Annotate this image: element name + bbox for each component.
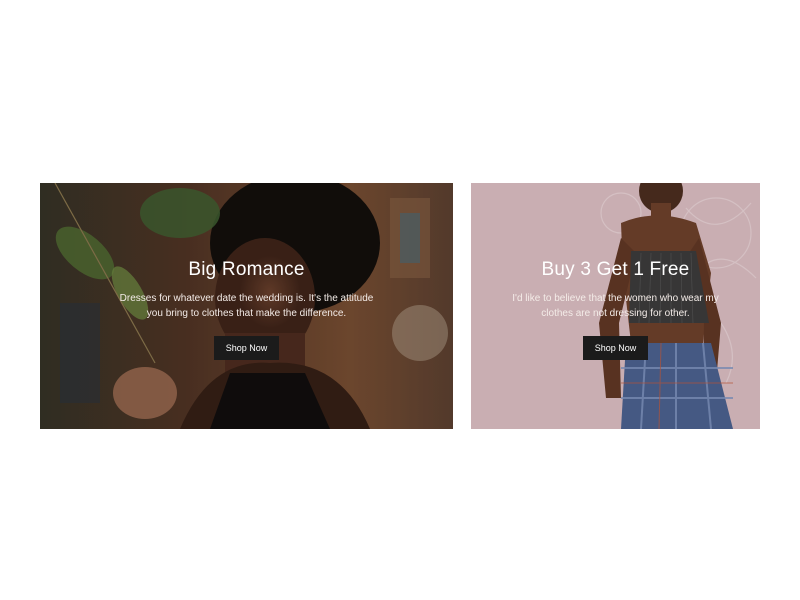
- banner-description: I'd like to believe that the women who w…: [512, 292, 719, 319]
- promo-banner-buy-3-get-1[interactable]: Buy 3 Get 1 Free I'd like to believe tha…: [471, 183, 760, 429]
- banner-content: Buy 3 Get 1 Free I'd like to believe tha…: [471, 183, 760, 429]
- shop-now-button[interactable]: Shop Now: [582, 335, 649, 360]
- shop-now-button[interactable]: Shop Now: [213, 335, 280, 360]
- banner-title: Buy 3 Get 1 Free: [541, 258, 690, 280]
- banner-description: Dresses for whatever date the wedding is…: [119, 292, 374, 319]
- banner-title: Big Romance: [188, 258, 305, 280]
- banner-content: Big Romance Dresses for whatever date th…: [40, 183, 453, 429]
- page: Big Romance Dresses for whatever date th…: [0, 0, 800, 600]
- promo-banner-big-romance[interactable]: Big Romance Dresses for whatever date th…: [40, 183, 453, 429]
